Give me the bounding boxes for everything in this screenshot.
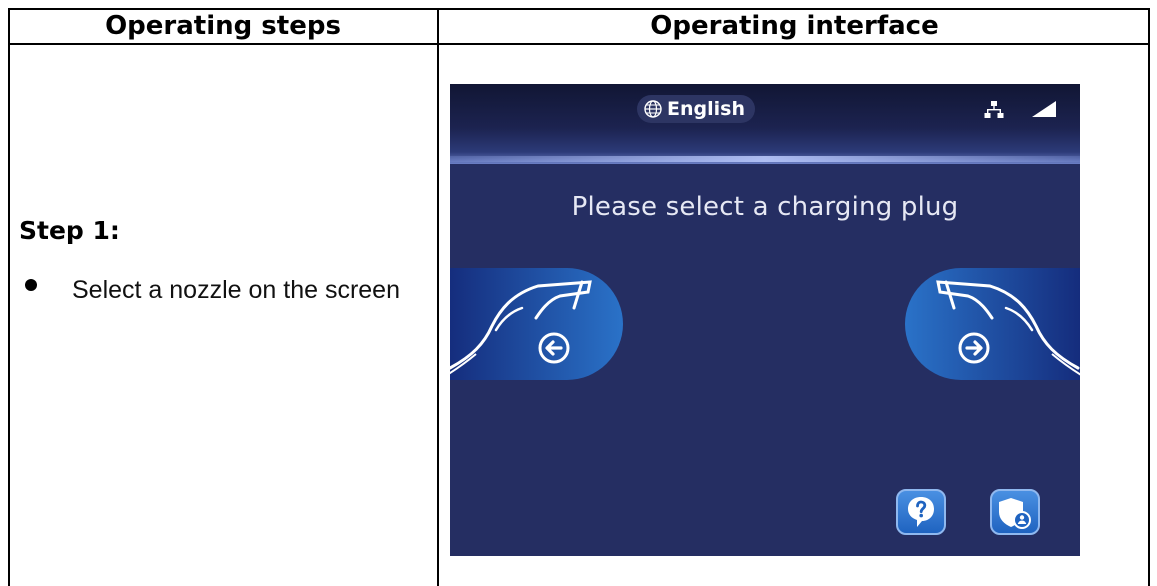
table-border-header <box>8 43 1150 45</box>
right-plug-button[interactable] <box>901 268 1080 380</box>
screen-top-bar <box>450 84 1080 164</box>
help-icon <box>908 497 934 527</box>
language-selector[interactable]: English <box>637 95 755 123</box>
table-border-right <box>1148 8 1150 586</box>
admin-shield-icon <box>999 498 1031 529</box>
header-operating-interface: Operating interface <box>650 11 939 41</box>
step-instruction: Select a nozzle on the screen <box>72 276 400 304</box>
network-icon <box>984 101 1004 118</box>
charger-screen: English Please select a charging plug <box>450 84 1080 556</box>
language-label: English <box>667 98 745 120</box>
header-operating-steps: Operating steps <box>105 11 341 41</box>
table-border-middle <box>437 8 439 586</box>
admin-button[interactable] <box>990 489 1040 535</box>
signal-icon <box>1032 101 1056 117</box>
help-button[interactable] <box>896 489 946 535</box>
left-plug-button[interactable] <box>450 268 627 380</box>
top-bar-glow <box>450 156 1080 162</box>
select-plug-prompt: Please select a charging plug <box>571 192 959 222</box>
globe-icon <box>644 100 662 118</box>
bullet-point <box>25 279 37 291</box>
step-title: Step 1: <box>19 216 120 245</box>
table-border-left <box>8 8 10 586</box>
